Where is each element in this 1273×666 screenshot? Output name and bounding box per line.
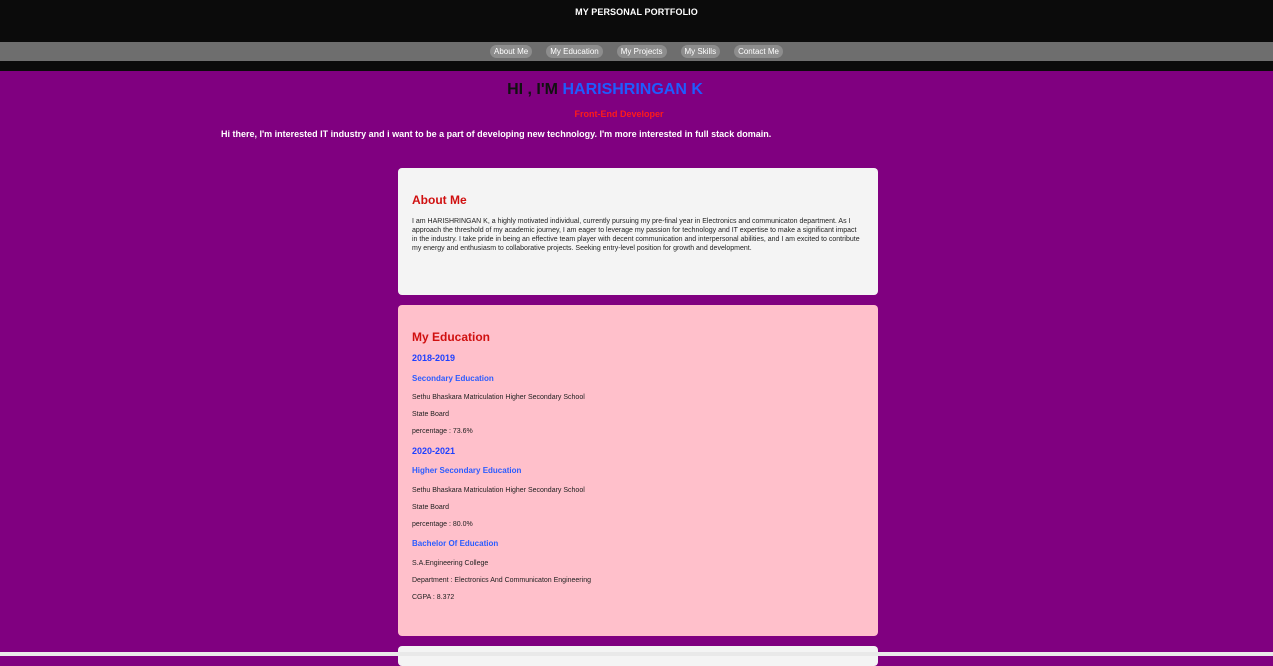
about-text: I am HARISHRINGAN K, a highly motivated …: [412, 218, 860, 252]
education-score: percentage : 80.0%: [412, 521, 473, 528]
nav-contact-me[interactable]: Contact Me: [734, 45, 783, 58]
site-header: MY PERSONAL PORTFOLIO: [0, 0, 1273, 42]
education-degree: Bachelor Of Education: [412, 539, 499, 548]
hero-intro: Hi there, I'm interested IT industry and…: [221, 129, 772, 139]
nav-about-me[interactable]: About Me: [490, 45, 533, 58]
education-board: State Board: [412, 411, 449, 418]
hero-name: HARISHRINGAN K: [562, 81, 703, 98]
education-board: State Board: [412, 504, 449, 511]
nav-my-education[interactable]: My Education: [546, 45, 603, 58]
education-department: Department : Electronics And Communicato…: [412, 577, 591, 584]
nav-my-skills[interactable]: My Skills: [680, 45, 721, 58]
nav-my-projects[interactable]: My Projects: [616, 45, 667, 58]
education-score: CGPA : 8.372: [412, 594, 455, 601]
hero-heading: HI , I'M HARISHRINGAN K: [0, 81, 1210, 99]
education-school: Sethu Bhaskara Matriculation Higher Seco…: [412, 394, 585, 401]
nav-divider: [0, 61, 1273, 71]
site-title: MY PERSONAL PORTFOLIO: [575, 7, 698, 17]
education-degree: Higher Secondary Education: [412, 466, 522, 475]
education-score: percentage : 73.6%: [412, 428, 473, 435]
next-section-card: [398, 646, 878, 666]
education-school: Sethu Bhaskara Matriculation Higher Seco…: [412, 487, 585, 494]
education-school: S.A.Engineering College: [412, 560, 489, 567]
hero-greeting: HI , I'M: [507, 81, 558, 98]
main-nav: About Me My Education My Projects My Ski…: [0, 42, 1273, 61]
page-bottom-strip: [0, 652, 1273, 656]
education-title: My Education: [412, 330, 491, 344]
education-year: 2020-2021: [412, 446, 456, 456]
hero-role: Front-End Developer: [574, 109, 664, 119]
education-section: My Education 2018-2019 Secondary Educati…: [398, 305, 878, 636]
education-degree: Secondary Education: [412, 374, 494, 383]
education-year: 2018-2019: [412, 353, 456, 363]
about-title: About Me: [412, 193, 467, 207]
about-section: About Me I am HARISHRINGAN K, a highly m…: [398, 168, 878, 295]
